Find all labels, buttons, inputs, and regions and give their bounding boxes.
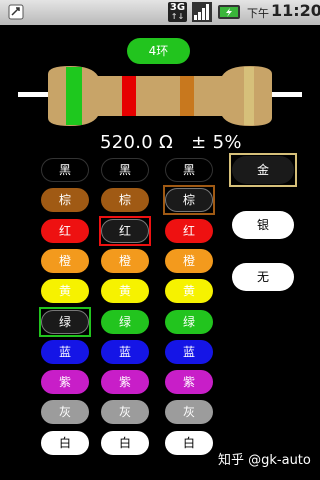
band1-color-7[interactable]: 紫 [41, 370, 89, 394]
tolerance-selection-frame [229, 153, 297, 187]
band1-selection-frame [39, 307, 91, 337]
band2-color-7[interactable]: 紫 [101, 370, 149, 394]
usb-debug-icon [8, 4, 24, 20]
resistor-band-4 [244, 67, 254, 125]
band2-color-0[interactable]: 黑 [101, 158, 149, 182]
band2-color-6[interactable]: 蓝 [101, 340, 149, 364]
band2-color-5[interactable]: 绿 [101, 310, 149, 334]
band3-color-4[interactable]: 黄 [165, 279, 213, 303]
band3-color-5[interactable]: 绿 [165, 310, 213, 334]
band2-color-9[interactable]: 白 [101, 431, 149, 455]
band2-color-3[interactable]: 橙 [101, 249, 149, 273]
band2-color-4[interactable]: 黄 [101, 279, 149, 303]
signal-strength-icon [192, 2, 212, 22]
band3-color-9[interactable]: 白 [165, 431, 213, 455]
band1-color-6[interactable]: 蓝 [41, 340, 89, 364]
band2-color-1[interactable]: 棕 [101, 188, 149, 212]
band1-color-2[interactable]: 红 [41, 219, 89, 243]
band1-color-0[interactable]: 黑 [41, 158, 89, 182]
band1-color-4[interactable]: 黄 [41, 279, 89, 303]
watermark-text: 知乎 @gk-auto [218, 453, 311, 468]
band3-color-8[interactable]: 灰 [165, 400, 213, 424]
battery-charging-icon [218, 5, 240, 19]
resistor-band-1 [66, 67, 82, 125]
resistor-graphic [18, 66, 302, 126]
band1-color-1[interactable]: 棕 [41, 188, 89, 212]
band-count-button[interactable]: 4环 [127, 38, 190, 64]
band1-color-9[interactable]: 白 [41, 431, 89, 455]
band3-color-6[interactable]: 蓝 [165, 340, 213, 364]
tolerance-option-1[interactable]: 银 [232, 211, 294, 239]
band2-color-8[interactable]: 灰 [101, 400, 149, 424]
band3-color-3[interactable]: 橙 [165, 249, 213, 273]
resistance-value: 520.0 Ω ± 5% [100, 132, 242, 153]
time-period: 下午 [247, 7, 269, 20]
resistor-band-2 [122, 76, 136, 116]
network-type-icon: 3G ↑↓ [168, 2, 187, 22]
resistor-band-3 [180, 76, 194, 116]
status-bar: 3G ↑↓ 下午 11:20 [0, 0, 320, 25]
band3-color-7[interactable]: 紫 [165, 370, 213, 394]
clock: 11:20 [271, 1, 320, 20]
band3-color-0[interactable]: 黑 [165, 158, 213, 182]
tolerance-option-2[interactable]: 无 [232, 263, 294, 291]
band2-selection-frame [99, 216, 151, 246]
band3-color-2[interactable]: 红 [165, 219, 213, 243]
band3-selection-frame [163, 185, 215, 215]
band1-color-8[interactable]: 灰 [41, 400, 89, 424]
band1-color-3[interactable]: 橙 [41, 249, 89, 273]
